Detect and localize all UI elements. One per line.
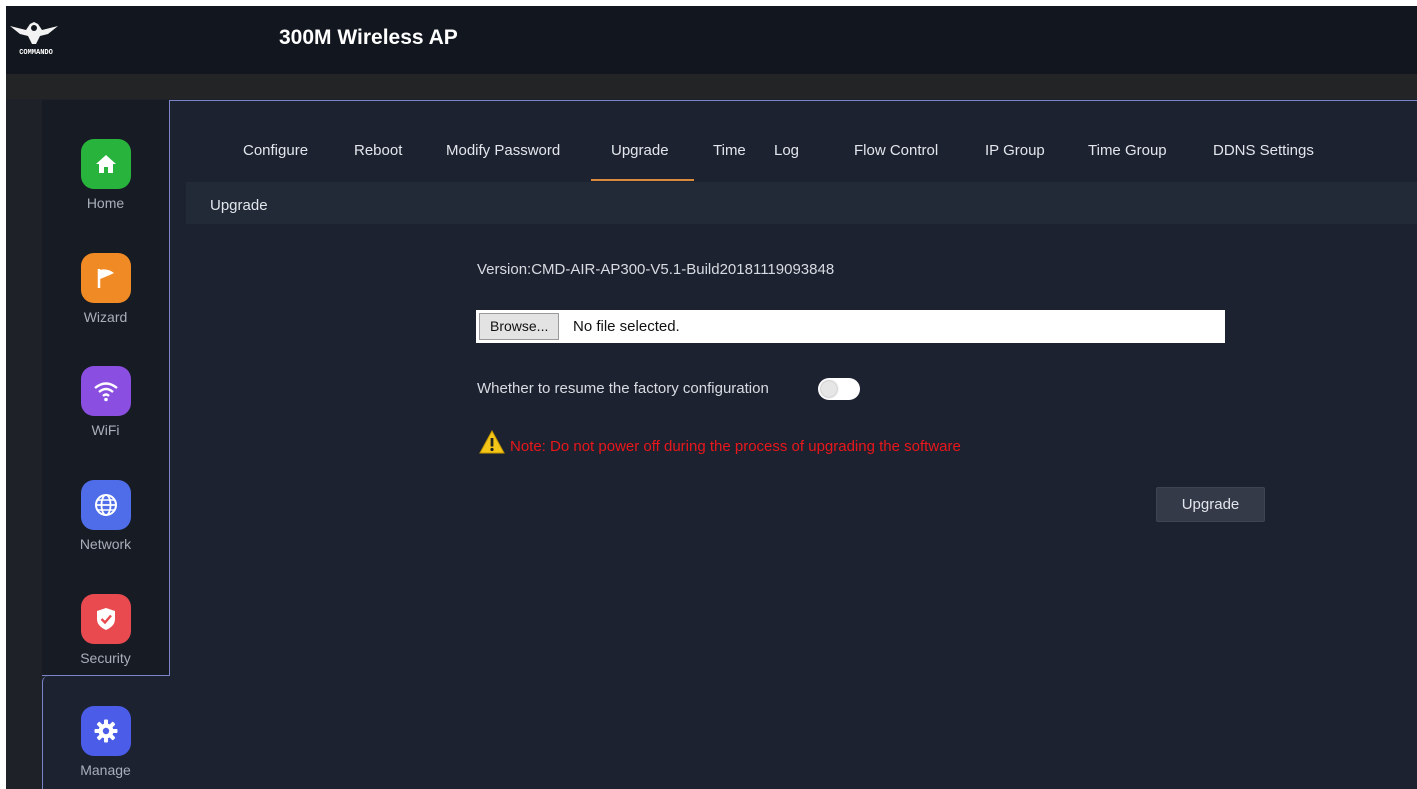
sidebar-item-network[interactable]: Network [42,480,169,552]
sidebar-item-label: Security [80,650,131,666]
sidebar-item-label: Manage [80,762,131,778]
main-panel: Configure Reboot Modify Password Upgrade… [170,101,1417,789]
upgrade-button[interactable]: Upgrade [1156,487,1265,522]
browse-button[interactable]: Browse... [479,313,560,340]
home-icon [80,139,131,189]
sidebar-item-manage[interactable]: Manage [42,706,169,778]
sidebar-item-label: Network [79,536,132,552]
tab-bar: Configure Reboot Modify Password Upgrade… [170,101,1417,181]
resume-factory-toggle[interactable] [818,378,860,400]
section-header: Upgrade [186,182,1417,224]
globe-icon [80,480,131,530]
sidebar-item-wizard[interactable]: Wizard [42,253,169,325]
wifi-icon [80,366,131,416]
sidebar-item-label: WiFi [91,422,120,438]
sidebar-item-security[interactable]: Security [42,594,169,666]
sidebar-item-label: Home [86,195,125,211]
flag-icon [80,253,131,303]
sidebar-item-wifi[interactable]: WiFi [42,366,169,438]
upgrade-note: Note: Do not power off during the proces… [510,438,961,455]
shield-icon [80,594,131,644]
firmware-version: Version:CMD-AIR-AP300-V5.1-Build20181119… [477,261,835,278]
file-status: No file selected. [573,318,680,335]
header-band [6,74,1417,99]
tab-ddns-settings[interactable]: DDNS Settings [1213,142,1314,159]
tab-ip-group[interactable]: IP Group [985,142,1045,159]
toggle-knob [821,381,837,397]
tab-log[interactable]: Log [774,142,799,159]
file-input[interactable]: Browse... No file selected. [476,310,1225,343]
warning-icon [479,429,505,454]
active-tab-indicator [591,179,694,181]
resume-factory-label: Whether to resume the factory configurat… [477,380,769,397]
tab-configure[interactable]: Configure [243,142,308,159]
tab-flow-control[interactable]: Flow Control [854,142,938,159]
section-title: Upgrade [210,197,268,214]
sidebar-item-home[interactable]: Home [42,139,169,211]
tab-time[interactable]: Time [713,142,746,159]
tab-time-group[interactable]: Time Group [1088,142,1167,159]
gear-icon [80,706,131,756]
tab-upgrade[interactable]: Upgrade [611,142,669,159]
tab-reboot[interactable]: Reboot [354,142,402,159]
sidebar-item-label: Wizard [83,309,128,325]
logo-text: COMMANDO [19,49,53,57]
commando-logo: COMMANDO [8,16,60,57]
app-title: 300M Wireless AP [279,26,458,49]
tab-modify-password[interactable]: Modify Password [446,142,560,159]
top-bar: COMMANDO 300M Wireless AP [6,6,1417,74]
